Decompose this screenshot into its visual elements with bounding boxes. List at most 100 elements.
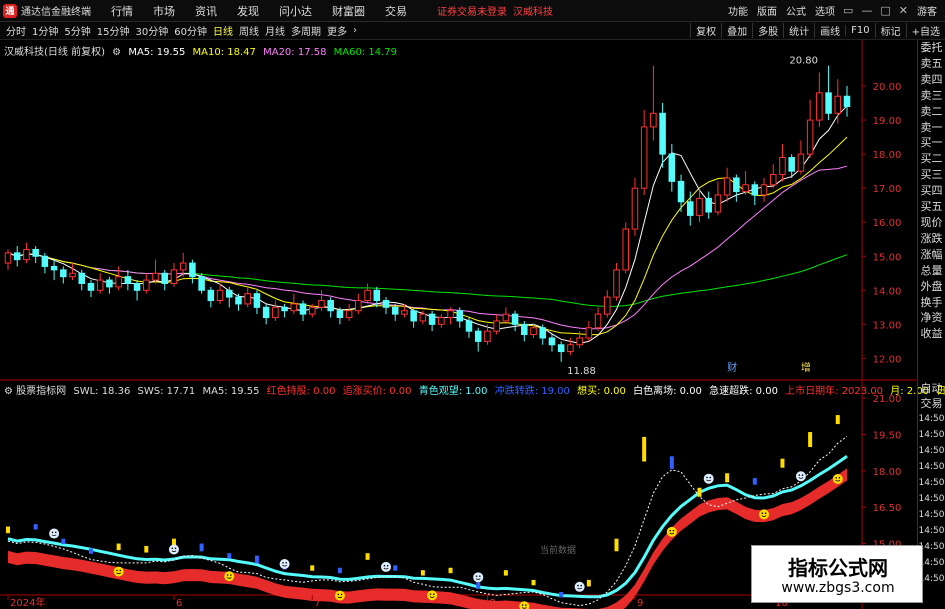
price-tick-label: 14.00	[873, 286, 902, 297]
trade-time-item[interactable]: 14:50	[918, 491, 945, 507]
close-icon[interactable]: ✕	[899, 4, 908, 17]
menu-function[interactable]: 功能	[728, 3, 748, 18]
quote-panel-item[interactable]: 委托	[918, 40, 945, 56]
add-favorite-button[interactable]: +自选	[905, 23, 945, 38]
menu-quotes[interactable]: 行情	[111, 3, 133, 19]
more-chevron-icon[interactable]: ›	[353, 25, 357, 36]
trade-time-item[interactable]: 14:50	[918, 507, 945, 523]
signal-bar	[199, 543, 204, 552]
candle-body	[723, 177, 731, 196]
trade-time-item[interactable]: 14:50	[918, 523, 945, 539]
kline-chart[interactable]: 当前数据 20.00 19.00 18.00 17.00 16.00 15.00 14.00…	[0, 40, 917, 609]
candle-body	[308, 306, 316, 315]
maximize-icon[interactable]: □	[880, 4, 890, 17]
draw-line-button[interactable]: 画线	[814, 23, 845, 38]
signal-bar	[365, 553, 370, 560]
candle-body	[244, 293, 251, 305]
quote-panel-item[interactable]: 买三	[918, 167, 945, 183]
trade-time-item[interactable]: 14:50	[918, 443, 945, 459]
signal-bar	[337, 567, 342, 574]
trade-time-item[interactable]: 14:50	[918, 427, 945, 443]
login-notice[interactable]: 证券交易未登录	[437, 3, 507, 18]
trade-time-item[interactable]: 14:50	[918, 475, 945, 491]
signal-bar	[752, 478, 757, 485]
quote-panel-item[interactable]: 卖四	[918, 72, 945, 88]
indicator-legend: ⚙ 股票指标网 SWL: 18.36 SWS: 17.71 MA5: 19.55…	[4, 382, 945, 397]
menu-news[interactable]: 资讯	[195, 3, 217, 19]
quote-panel-item[interactable]: 收益	[918, 326, 945, 342]
quote-panel-item[interactable]: 卖五	[918, 56, 945, 72]
stats-button[interactable]: 统计	[783, 23, 814, 38]
tab-15min[interactable]: 15分钟	[97, 23, 130, 38]
guest-label[interactable]: 游客	[917, 3, 937, 18]
candle-body	[604, 296, 611, 315]
price-tick-label: 12.00	[873, 354, 902, 365]
settings-icon[interactable]: ⚙	[112, 47, 121, 58]
candle-body	[198, 276, 205, 291]
f10-button[interactable]: F10	[845, 25, 874, 36]
skin-icon[interactable]: ▭	[843, 4, 853, 17]
tab-daily[interactable]: 日线	[213, 23, 233, 38]
multi-stock-button[interactable]: 多股	[752, 23, 783, 38]
smiley-eye	[174, 547, 177, 550]
quote-panel-item[interactable]: 卖三	[918, 88, 945, 104]
menu-wealth[interactable]: 财富圈	[332, 3, 365, 19]
quote-panel-item[interactable]: 总量	[918, 263, 945, 279]
auto-trade-label[interactable]: 交易	[918, 396, 945, 411]
smiley-eye	[285, 562, 287, 564]
smiley-eye	[383, 564, 386, 567]
tab-30min[interactable]: 30分钟	[135, 23, 168, 38]
quote-panel-item[interactable]: 净资	[918, 310, 945, 326]
minimize-icon[interactable]: —	[861, 4, 872, 17]
auto-trade-label[interactable]: 自动	[918, 381, 945, 396]
quote-panel-item[interactable]: 现价	[918, 215, 945, 231]
tab-monthly[interactable]: 月线	[265, 23, 285, 38]
candle-body	[742, 184, 749, 193]
quote-panel-item[interactable]: 涨幅	[918, 247, 945, 263]
adjust-button[interactable]: 复权	[690, 23, 721, 38]
tab-multi-period[interactable]: 多周期	[291, 23, 321, 38]
candle-body	[281, 306, 288, 312]
watermark-box: 指标公式网 www.zbgs3.com	[751, 545, 923, 603]
tab-weekly[interactable]: 周线	[239, 23, 259, 38]
menu-formula[interactable]: 公式	[786, 3, 806, 18]
watermark-title: 指标公式网	[788, 556, 888, 580]
menu-discover[interactable]: 发现	[237, 3, 259, 19]
trade-time-item[interactable]: 14:50	[918, 459, 945, 475]
menu-options[interactable]: 选项	[815, 3, 835, 18]
tab-intraday[interactable]: 分时	[6, 23, 26, 38]
tab-1min[interactable]: 1分钟	[32, 23, 58, 38]
menu-ask[interactable]: 问小达	[279, 3, 312, 19]
quote-panel-item[interactable]: 涨跌	[918, 231, 945, 247]
mark-button[interactable]: 标记	[874, 23, 906, 38]
candle-body	[760, 184, 768, 196]
indicator-title: 股票指标网	[16, 386, 67, 397]
menu-trade[interactable]: 交易	[385, 3, 407, 19]
overlay-button[interactable]: 叠加	[721, 23, 752, 38]
candle-body	[751, 184, 759, 196]
quote-panel-item[interactable]: 买一	[918, 135, 945, 151]
current-data-label: 当前数据	[540, 544, 576, 556]
candle-body	[336, 310, 344, 319]
menu-layout[interactable]: 版面	[757, 3, 777, 18]
menu-market[interactable]: 市场	[153, 3, 175, 19]
smiley-icon	[224, 571, 235, 582]
smiley-eye	[386, 564, 389, 567]
quote-panel-item[interactable]: 换手	[918, 295, 945, 311]
signal-bar	[725, 473, 730, 483]
tab-5min[interactable]: 5分钟	[64, 23, 90, 38]
tab-more[interactable]: 更多	[327, 23, 347, 38]
smiley-icon	[381, 561, 392, 572]
trade-time-item[interactable]: 14:50	[918, 411, 945, 427]
price-tick-label: 19.00	[873, 116, 902, 127]
candle-body	[631, 187, 639, 230]
settings-icon[interactable]: ⚙	[4, 386, 13, 397]
quote-panel-item[interactable]: 卖二	[918, 104, 945, 120]
quote-panel-item[interactable]: 买五	[918, 199, 945, 215]
quote-panel-item[interactable]: 买二	[918, 151, 945, 167]
quote-panel-item[interactable]: 外盘	[918, 279, 945, 295]
quote-panel-item[interactable]: 卖一	[918, 120, 945, 136]
tab-60min[interactable]: 60分钟	[174, 23, 207, 38]
candle-body	[640, 126, 648, 189]
quote-panel-item[interactable]: 买四	[918, 183, 945, 199]
